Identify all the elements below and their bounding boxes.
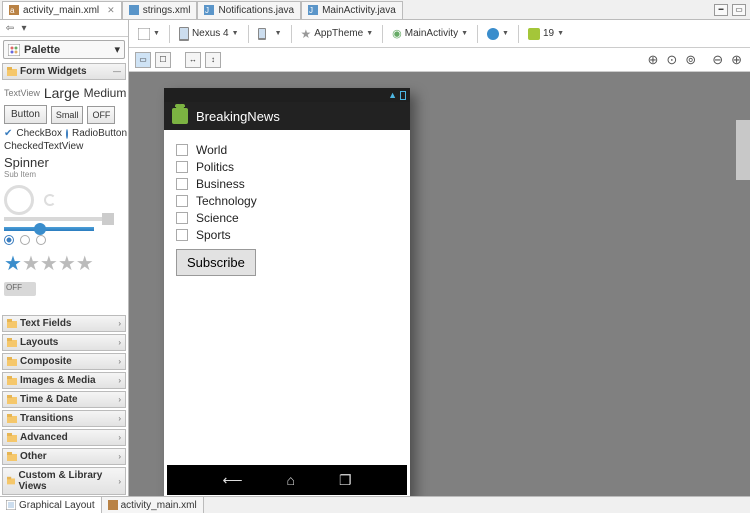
tab-label: MainActivity.java xyxy=(322,5,396,16)
orientation-button[interactable]: ▼ xyxy=(255,26,285,42)
minimize-button[interactable]: ━ xyxy=(714,4,728,16)
chevron-down-icon[interactable]: ▾ xyxy=(114,43,120,56)
section-composite[interactable]: Composite› xyxy=(2,353,126,370)
tab-strings[interactable]: strings.xml xyxy=(122,1,198,19)
config-dropdown[interactable]: ▼ xyxy=(135,26,163,42)
checkbox-science[interactable]: Science xyxy=(176,211,398,225)
activity-selector[interactable]: ◉MainActivity▼ xyxy=(389,25,471,42)
checkbox-politics[interactable]: Politics xyxy=(176,160,398,174)
medium-text-item[interactable]: Medium xyxy=(84,86,127,100)
small-button-widget[interactable]: Small xyxy=(51,106,84,124)
recent-nav-icon[interactable]: ❐ xyxy=(339,472,352,489)
zoom-100-icon[interactable]: ⊚ xyxy=(683,52,698,68)
battery-icon xyxy=(400,91,406,100)
wifi-icon: ▲ xyxy=(388,90,397,100)
section-images[interactable]: Images & Media› xyxy=(2,372,126,389)
zoom-reset-icon[interactable]: ⊙ xyxy=(664,52,679,68)
nav-back-icon[interactable]: ⇦ xyxy=(4,22,16,34)
checkbox-business[interactable]: Business xyxy=(176,177,398,191)
tab-label: strings.xml xyxy=(143,5,191,16)
radiobutton-widget[interactable]: RadioButton xyxy=(72,128,127,139)
editor-bottom-tabs: Graphical Layout activity_main.xml xyxy=(0,496,750,513)
app-title: BreakingNews xyxy=(196,109,280,124)
zoom-in-icon[interactable]: ⊕ xyxy=(729,52,744,68)
large-text-item[interactable]: Large xyxy=(44,85,80,101)
section-layouts[interactable]: Layouts› xyxy=(2,334,126,351)
progress-ring-widget[interactable] xyxy=(4,185,34,215)
app-content: World Politics Business Technology Scien… xyxy=(164,130,410,462)
palette-title-bar[interactable]: Palette ▾ xyxy=(3,40,125,59)
view-option-2[interactable]: ☐ xyxy=(155,52,171,68)
tab-label: Notifications.java xyxy=(218,5,294,16)
editor-tabs: a activity_main.xml ✕ strings.xml J Noti… xyxy=(0,0,750,20)
svg-text:J: J xyxy=(205,6,209,15)
radio-icon xyxy=(66,129,68,139)
locale-selector[interactable]: ▼ xyxy=(484,26,512,42)
tab-label: activity_main.xml xyxy=(23,5,99,16)
design-subtoolbar: ▭ ☐ ↔ ↕ ⊕ ⊙ ⊚ ⊖ ⊕ xyxy=(129,48,750,72)
home-nav-icon[interactable]: ⌂ xyxy=(287,472,295,488)
nav-fwd-icon[interactable]: ▾ xyxy=(18,22,30,34)
zoom-fit-icon[interactable]: ⊕ xyxy=(645,52,660,68)
checkbox-widget[interactable]: CheckBox xyxy=(16,128,62,139)
api-selector[interactable]: 19▼ xyxy=(525,26,567,42)
scrollbar[interactable] xyxy=(736,120,750,180)
section-other[interactable]: Other› xyxy=(2,448,126,465)
seekbar-widget[interactable] xyxy=(4,227,94,231)
android-navbar: ⟵ ⌂ ❐ xyxy=(167,465,407,495)
palette-nav: ⇦ ▾ xyxy=(0,20,128,37)
maximize-button[interactable]: ▭ xyxy=(732,4,746,16)
close-icon[interactable]: ✕ xyxy=(107,5,115,16)
section-text-fields[interactable]: Text Fields› xyxy=(2,315,126,332)
section-form-widgets[interactable]: Form Widgets — xyxy=(2,63,126,80)
back-nav-icon[interactable]: ⟵ xyxy=(222,472,242,489)
chevron-icon: — xyxy=(113,67,121,76)
tab-notifications[interactable]: J Notifications.java xyxy=(197,1,301,19)
zoom-out-icon[interactable]: ⊖ xyxy=(710,52,725,68)
svg-text:J: J xyxy=(309,6,313,15)
ratingbar-widget[interactable]: ★★★★★ xyxy=(4,251,124,276)
off-toggle-widget[interactable]: OFF xyxy=(87,106,115,124)
app-icon xyxy=(172,108,188,124)
section-transitions[interactable]: Transitions› xyxy=(2,410,126,427)
checkbox-technology[interactable]: Technology xyxy=(176,194,398,208)
switch-widget[interactable] xyxy=(4,282,36,296)
checkbox-world[interactable]: World xyxy=(176,143,398,157)
tab-activity-main[interactable]: a activity_main.xml ✕ xyxy=(2,1,122,19)
checkbox-sports[interactable]: Sports xyxy=(176,228,398,242)
section-custom[interactable]: Custom & Library Views› xyxy=(2,467,126,495)
radiogroup-widget[interactable] xyxy=(4,235,124,245)
spinner-widget[interactable]: Spinner xyxy=(4,155,49,170)
design-canvas-area: ▼ Nexus 4▼ ▼ ★AppTheme▼ ◉MainActivity▼ ▼… xyxy=(129,20,750,496)
svg-text:a: a xyxy=(10,6,15,15)
palette-panel: ⇦ ▾ Palette ▾ Form Widgets — TextView La… xyxy=(0,20,129,496)
align-option-2[interactable]: ↕ xyxy=(205,52,221,68)
view-option-1[interactable]: ▭ xyxy=(135,52,151,68)
android-actionbar: BreakingNews xyxy=(164,102,410,130)
align-option-1[interactable]: ↔ xyxy=(185,52,201,68)
progressbar-widget[interactable] xyxy=(4,217,114,221)
palette-body: TextView Large Medium Small Button Small… xyxy=(0,81,128,314)
subscribe-button[interactable]: Subscribe xyxy=(176,249,256,276)
design-surface[interactable]: ▲ BreakingNews World Politics Business T… xyxy=(129,72,750,496)
palette-title: Palette xyxy=(24,44,60,56)
button-widget[interactable]: Button xyxy=(4,105,47,124)
progress-small-widget[interactable] xyxy=(44,194,56,206)
section-time-date[interactable]: Time & Date› xyxy=(2,391,126,408)
section-advanced[interactable]: Advanced› xyxy=(2,429,126,446)
theme-selector[interactable]: ★AppTheme▼ xyxy=(298,25,377,43)
device-preview[interactable]: ▲ BreakingNews World Politics Business T… xyxy=(164,88,410,496)
textview-item[interactable]: TextView xyxy=(4,88,40,98)
android-statusbar: ▲ xyxy=(164,88,410,102)
device-selector[interactable]: Nexus 4▼ xyxy=(176,25,242,43)
checkedtextview-widget[interactable]: CheckedTextView xyxy=(4,141,83,152)
subitem-label: Sub Item xyxy=(4,170,36,179)
tab-mainactivity[interactable]: J MainActivity.java xyxy=(301,1,403,19)
design-toolbar: ▼ Nexus 4▼ ▼ ★AppTheme▼ ◉MainActivity▼ ▼… xyxy=(129,20,750,48)
